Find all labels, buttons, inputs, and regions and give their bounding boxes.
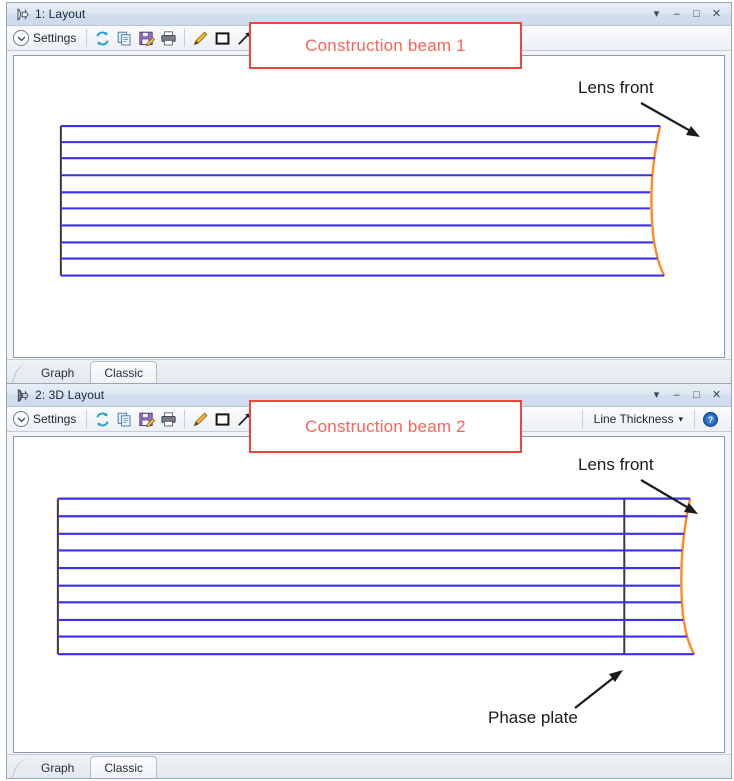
line-thickness-label: Line Thickness — [593, 412, 674, 426]
annotate-pencil-button[interactable] — [190, 28, 211, 49]
ray-bundle — [60, 125, 665, 277]
chevron-down-icon: ▾ — [678, 413, 683, 424]
settings-label: Settings — [33, 31, 77, 45]
tab-classic[interactable]: Classic — [90, 756, 158, 778]
window-controls-3dlayout[interactable]: ▾ – □ ✕ — [651, 389, 728, 401]
close-icon[interactable]: ✕ — [711, 389, 722, 401]
rectangle-tool-button[interactable] — [212, 28, 233, 49]
lens-front-surface — [680, 498, 696, 655]
tab-graph[interactable]: Graph — [27, 362, 88, 383]
rectangle-tool-button[interactable] — [212, 409, 233, 430]
tab-classic-label: Classic — [104, 365, 144, 380]
canvas-wrap-3dlayout — [7, 432, 731, 754]
refresh-button[interactable] — [92, 409, 113, 430]
minimize-icon[interactable]: – — [671, 8, 682, 20]
annotate-pencil-button[interactable] — [190, 409, 211, 430]
layout-ray-diagram — [59, 125, 666, 277]
layout3d-ray-diagram — [56, 497, 696, 656]
construction-beam-1-label: Construction beam 1 — [305, 35, 466, 55]
window-title-layout: 1: Layout — [35, 7, 86, 21]
refresh-button[interactable] — [92, 28, 113, 49]
settings-button[interactable]: Settings — [11, 410, 81, 428]
save-button[interactable] — [136, 409, 157, 430]
close-icon[interactable]: ✕ — [711, 8, 722, 20]
chevron-down-icon — [13, 411, 29, 427]
window-title-3dlayout: 2: 3D Layout — [35, 388, 105, 402]
tab-classic[interactable]: Classic — [90, 361, 158, 383]
settings-label: Settings — [33, 412, 77, 426]
window-controls-layout[interactable]: ▾ – □ ✕ — [651, 8, 728, 20]
toolbar-separator — [694, 410, 695, 428]
minimize-icon[interactable]: – — [671, 389, 682, 401]
toolbar-separator — [184, 29, 186, 47]
construction-beam-1-annotation: Construction beam 1 — [249, 22, 522, 69]
canvas-wrap-layout — [7, 51, 731, 359]
toolbar-separator — [86, 410, 88, 428]
save-button[interactable] — [136, 28, 157, 49]
svg-text:?: ? — [708, 415, 714, 425]
construction-beam-2-annotation: Construction beam 2 — [249, 400, 522, 453]
ray-bundle — [57, 497, 695, 656]
window-menu-dropdown-icon[interactable]: ▾ — [651, 8, 662, 20]
lens-front-surface — [650, 125, 666, 277]
copy-button[interactable] — [114, 28, 135, 49]
print-button[interactable] — [158, 409, 179, 430]
maximize-icon[interactable]: □ — [691, 389, 702, 401]
toolbar-separator — [184, 410, 186, 428]
toolbar-separator — [581, 410, 583, 428]
chevron-down-icon — [13, 30, 29, 46]
toolbar-separator — [86, 29, 88, 47]
tabstrip-layout[interactable]: Graph Classic — [7, 359, 731, 383]
layout3d-plot-canvas[interactable] — [13, 436, 725, 753]
print-button[interactable] — [158, 28, 179, 49]
tab-classic-label: Classic — [104, 760, 144, 775]
maximize-icon[interactable]: □ — [691, 8, 702, 20]
construction-beam-2-label: Construction beam 2 — [305, 416, 466, 436]
layout-plot-canvas[interactable] — [13, 55, 725, 358]
tab-graph-label: Graph — [41, 366, 75, 380]
window-menu-dropdown-icon[interactable]: ▾ — [651, 389, 662, 401]
tab-graph[interactable]: Graph — [27, 757, 88, 778]
help-icon[interactable]: ? — [700, 409, 721, 430]
copy-button[interactable] — [114, 409, 135, 430]
tabstrip-3dlayout[interactable]: Graph Classic — [7, 754, 731, 778]
line-thickness-dropdown[interactable]: Line Thickness ▾ — [588, 410, 689, 428]
settings-button[interactable]: Settings — [11, 29, 81, 47]
tab-graph-label: Graph — [41, 761, 75, 775]
lens-arrow-icon — [14, 7, 29, 22]
lens-3d-icon — [14, 388, 29, 403]
